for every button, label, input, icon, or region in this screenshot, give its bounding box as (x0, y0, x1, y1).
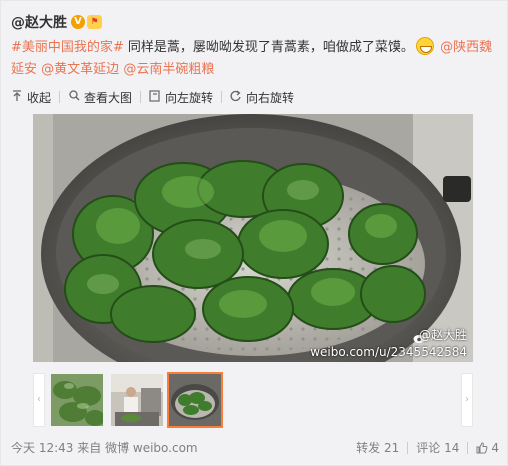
rotate-left-label: 向左旋转 (165, 90, 214, 105)
collapse-button[interactable]: 收起 (11, 89, 51, 106)
laugh-emoji-icon (415, 37, 434, 55)
collapse-up-icon (11, 89, 23, 105)
rotate-left-icon (149, 89, 161, 105)
thumbnail-image (169, 374, 221, 426)
weibo-post-card: @赵大胜 V ⚑ #美丽中国我的家# 同样是蒿，屡呦呦发现了青蒿素，咱做成了菜馍… (0, 0, 508, 466)
comment-button[interactable]: 评论 14 (416, 439, 459, 456)
rotate-right-label: 向右旋转 (246, 90, 295, 105)
thumbnail-image (111, 374, 163, 426)
vip-level-icon[interactable]: ⚑ (87, 15, 102, 29)
author-name[interactable]: @赵大胜 (11, 12, 67, 32)
magnifier-icon (68, 90, 80, 104)
rotate-right-icon (230, 90, 242, 105)
thumbnail-2[interactable] (111, 374, 163, 426)
image-toolbar: 收起 查看大图 向左旋转 向右旋转 (11, 88, 294, 106)
post-actions: 转发 21 评论 14 4 (356, 439, 499, 456)
thumbnail-image (51, 374, 103, 426)
post-time[interactable]: 今天 12:43 (11, 441, 73, 455)
post-body: 同样是蒿，屡呦呦发现了青蒿素，咱做成了菜馍。 (123, 40, 414, 55)
thumbnail-1[interactable] (51, 374, 103, 426)
toolbar-divider (140, 91, 142, 103)
topic-link[interactable]: #美丽中国我的家# (11, 40, 124, 55)
like-count: 4 (491, 440, 499, 455)
post-source[interactable]: 微博 weibo.com (105, 441, 198, 455)
repost-button[interactable]: 转发 21 (356, 439, 399, 456)
watermark-name: @赵大胜 (418, 328, 467, 342)
post-meta: 今天 12:43 来自 微博 weibo.com (11, 439, 198, 456)
repost-count: 21 (383, 440, 400, 455)
post-footer: 今天 12:43 来自 微博 weibo.com 转发 21 评论 14 4 (1, 435, 508, 459)
next-arrow-icon[interactable]: › (461, 373, 473, 427)
toolbar-divider (59, 91, 61, 103)
thumbnail-3-selected[interactable] (167, 372, 223, 428)
thumbnail-strip: ‹ › (33, 372, 473, 428)
toolbar-divider (221, 91, 223, 103)
post-header: @赵大胜 V ⚑ (11, 11, 102, 33)
verified-badge-icon[interactable]: V (71, 15, 85, 29)
like-button[interactable]: 4 (476, 441, 499, 455)
watermark-url: weibo.com/u/2345542584 (310, 345, 467, 359)
steamer-photo-image (33, 114, 473, 362)
thumbs-up-icon (476, 441, 488, 453)
prev-arrow-icon[interactable]: ‹ (33, 373, 45, 427)
rotate-left-button[interactable]: 向左旋转 (149, 89, 213, 106)
collapse-label: 收起 (27, 90, 52, 105)
comment-count: 14 (444, 440, 460, 455)
from-label: 来自 (77, 441, 102, 455)
mention-link[interactable]: @云南半碗粗粮 (123, 62, 214, 77)
post-text: #美丽中国我的家# 同样是蒿，屡呦呦发现了青蒿素，咱做成了菜馍。 @陕西魏延安 … (11, 37, 501, 81)
repost-label: 转发 (356, 441, 381, 455)
comment-label: 评论 (416, 441, 441, 455)
action-divider (467, 441, 469, 454)
view-large-button[interactable]: 查看大图 (68, 89, 132, 106)
main-photo[interactable]: @赵大胜 weibo.com/u/2345542584 (33, 114, 473, 362)
action-divider (407, 441, 409, 454)
rotate-right-button[interactable]: 向右旋转 (230, 89, 294, 106)
view-large-label: 查看大图 (84, 90, 133, 105)
mention-link[interactable]: @黄文革延边 (41, 62, 119, 77)
